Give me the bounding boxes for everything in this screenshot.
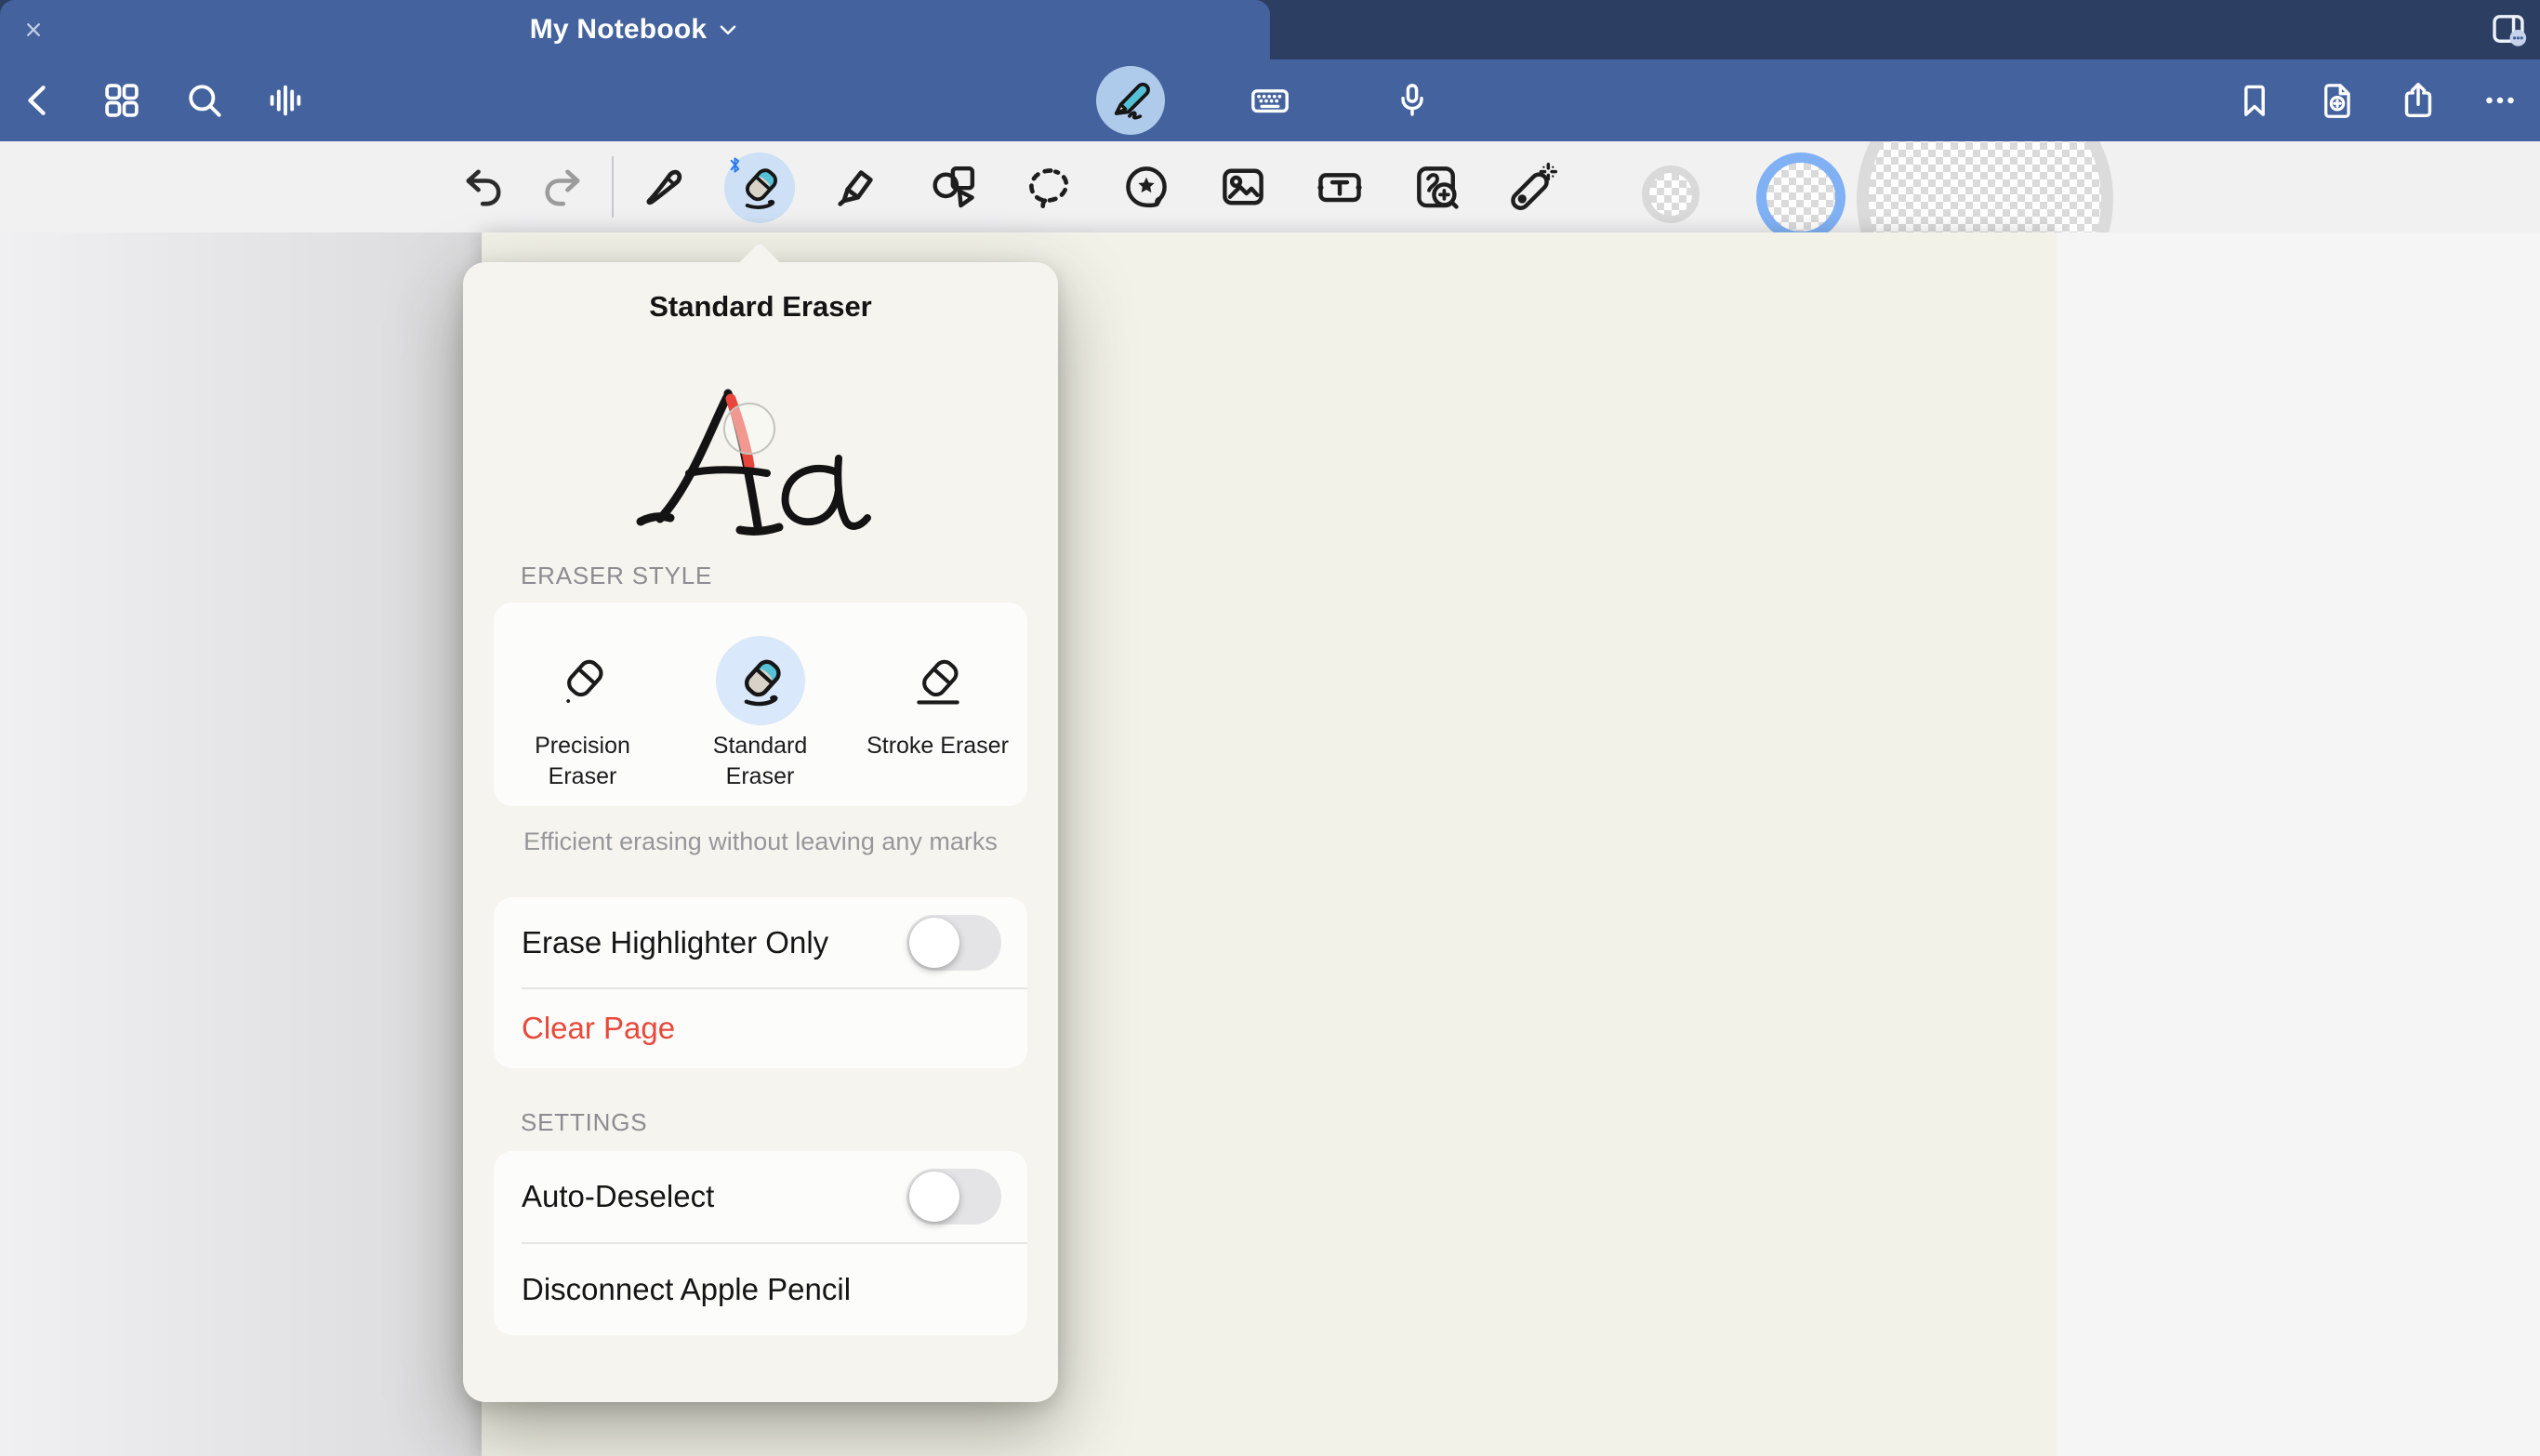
microphone-icon (1391, 79, 1434, 122)
eraser-size-large[interactable] (1857, 141, 2113, 234)
audio-record-button[interactable] (259, 74, 311, 126)
eraser-style-label: Precision Eraser (509, 731, 657, 792)
more-button[interactable] (2474, 74, 2526, 126)
eraser-style-label: Stroke Eraser (864, 731, 1012, 761)
eraser-size-medium-selected[interactable] (1756, 152, 1845, 234)
shapes-icon (928, 161, 980, 213)
auto-deselect-row: Auto-Deselect (494, 1151, 1027, 1242)
add-page-icon (2316, 79, 2359, 122)
text-icon (1314, 161, 1366, 213)
eraser-style-label: Standard Eraser (686, 731, 835, 792)
text-tool-button[interactable] (1313, 160, 1367, 214)
notebook-title-button[interactable]: My Notebook (0, 0, 1270, 60)
notebook-app: My Notebook (0, 0, 2540, 1456)
pen-tool-icon (636, 161, 688, 213)
image-tool-button[interactable] (1216, 160, 1270, 214)
lasso-tool-button[interactable] (1023, 160, 1077, 214)
tab-bar: My Notebook (0, 0, 2540, 60)
disconnect-pencil-button[interactable]: Disconnect Apple Pencil (522, 1272, 1001, 1307)
auto-deselect-label: Auto-Deselect (522, 1179, 906, 1214)
audio-waveform-icon (264, 79, 307, 122)
keyboard-button[interactable] (1244, 74, 1296, 126)
erase-highlighter-toggle[interactable] (906, 915, 1001, 971)
pen-tool-button[interactable] (635, 160, 689, 214)
elements-search-icon (1410, 161, 1462, 213)
bluetooth-icon (728, 155, 742, 175)
share-button[interactable] (2392, 74, 2444, 126)
more-icon (2479, 79, 2521, 122)
settings-card: Auto-Deselect Disconnect Apple Pencil (494, 1151, 1027, 1335)
sticker-icon (1120, 161, 1172, 213)
back-button[interactable] (13, 74, 65, 126)
shapes-tool-button[interactable] (927, 160, 981, 214)
highlighter-tool-button[interactable] (829, 160, 883, 214)
erase-highlighter-row: Erase Highlighter Only (494, 897, 1027, 987)
bookmark-button[interactable] (2229, 74, 2281, 126)
chevron-down-icon (716, 18, 740, 42)
pen-mode-icon (1105, 75, 1156, 126)
auto-deselect-toggle[interactable] (906, 1169, 1001, 1224)
canvas-left-margin (0, 232, 482, 1456)
content-area: Standard Eraser ERASER STYLE (0, 232, 2540, 1456)
pen-mode-button[interactable] (1096, 66, 1165, 135)
erase-highlighter-label: Erase Highlighter Only (522, 925, 906, 960)
eraser-style-standard-selected[interactable]: Standard Eraser (671, 602, 849, 806)
highlighter-icon (830, 161, 882, 213)
stroke-eraser-icon (907, 650, 969, 711)
undo-icon (459, 163, 508, 211)
eraser-demo-illustration (602, 372, 919, 567)
grid-icon (100, 79, 143, 122)
notebook-title: My Notebook (530, 14, 708, 46)
redo-icon (538, 163, 587, 211)
settings-section-label: SETTINGS (521, 1108, 647, 1137)
eraser-size-small[interactable] (1642, 165, 1700, 223)
disconnect-pencil-row[interactable]: Disconnect Apple Pencil (494, 1244, 1027, 1335)
add-page-button[interactable] (2311, 74, 2363, 126)
page-overview-icon (2487, 8, 2530, 51)
eraser-settings-popover: Standard Eraser ERASER STYLE (463, 262, 1058, 1402)
share-icon (2397, 79, 2440, 122)
toolbar-divider (612, 156, 614, 218)
undo-button[interactable] (456, 160, 510, 214)
magic-wand-icon (1507, 161, 1559, 213)
bookmark-icon (2233, 79, 2276, 122)
eraser-style-section-label: ERASER STYLE (521, 562, 712, 590)
back-icon (19, 80, 60, 121)
sticker-tool-button[interactable] (1119, 160, 1173, 214)
precision-eraser-icon (552, 650, 614, 711)
standard-eraser-icon (730, 650, 791, 711)
page-overview-button[interactable] (2486, 7, 2531, 52)
tool-bar (0, 141, 2540, 234)
eraser-style-stroke[interactable]: Stroke Eraser (849, 602, 1026, 806)
eraser-style-precision[interactable]: Precision Eraser (494, 602, 671, 806)
clear-page-button[interactable]: Clear Page (522, 1011, 1001, 1046)
eraser-style-card: Precision Eraser (494, 602, 1027, 806)
eraser-description: Efficient erasing without leaving any ma… (463, 827, 1058, 856)
microphone-button[interactable] (1386, 74, 1438, 126)
clear-page-row[interactable]: Clear Page (494, 989, 1027, 1067)
document-grid-button[interactable] (96, 74, 148, 126)
elements-search-button[interactable] (1409, 160, 1463, 214)
magic-wand-button[interactable] (1506, 160, 1560, 214)
redo-button[interactable] (536, 160, 589, 214)
eraser-options-card: Erase Highlighter Only Clear Page (494, 897, 1027, 1068)
nav-bar (0, 60, 2540, 141)
lasso-icon (1024, 161, 1076, 213)
popover-title: Standard Eraser (463, 290, 1058, 324)
keyboard-icon (1248, 78, 1292, 123)
search-button[interactable] (179, 74, 231, 126)
search-icon (183, 79, 226, 122)
canvas-right-margin (2057, 232, 2540, 1456)
image-icon (1217, 161, 1269, 213)
